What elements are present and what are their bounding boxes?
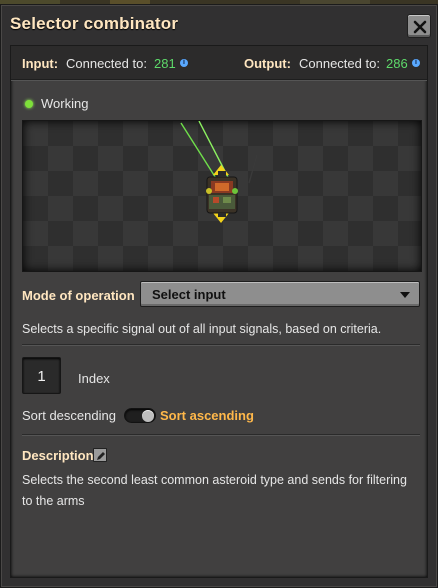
mode-of-operation-label: Mode of operation xyxy=(22,288,135,303)
edit-description-button[interactable] xyxy=(93,448,107,462)
mode-of-operation-dropdown[interactable]: Select input xyxy=(140,281,420,307)
close-button[interactable] xyxy=(407,14,431,38)
selector-combinator-sprite xyxy=(180,121,258,223)
output-label: Output: xyxy=(244,56,291,71)
selector-combinator-window: Selector combinator Input: Connected to:… xyxy=(0,4,438,588)
mode-description: Selects a specific signal out of all inp… xyxy=(22,322,382,336)
input-connected-text: Connected to: xyxy=(66,56,147,71)
sort-descending-label[interactable]: Sort descending xyxy=(22,408,116,423)
output-network-count: 286 xyxy=(386,56,408,71)
toggle-knob xyxy=(142,410,154,422)
chevron-down-icon xyxy=(400,292,410,298)
divider xyxy=(22,344,420,346)
entity-preview[interactable] xyxy=(22,120,422,272)
close-icon xyxy=(413,20,427,34)
pencil-icon xyxy=(97,452,105,460)
input-network-count: 281 xyxy=(154,56,176,71)
window-title: Selector combinator xyxy=(10,14,179,33)
input-label: Input: xyxy=(22,56,59,71)
info-icon[interactable]: i xyxy=(180,59,188,67)
index-value: 1 xyxy=(37,368,46,385)
description-title: Description xyxy=(22,448,94,463)
connection-bar: Input: Connected to: 281 i Output: Conne… xyxy=(11,46,427,80)
index-label: Index xyxy=(78,371,110,386)
sort-ascending-label[interactable]: Sort ascending xyxy=(160,408,254,423)
status-indicator-icon xyxy=(25,100,33,108)
divider xyxy=(22,434,420,436)
mode-selected-value: Select input xyxy=(152,287,226,302)
sort-order-toggle[interactable] xyxy=(124,408,156,423)
info-icon[interactable]: i xyxy=(412,59,420,67)
index-input[interactable]: 1 xyxy=(22,357,61,394)
description-text: Selects the second least common asteroid… xyxy=(22,473,407,508)
status-text: Working xyxy=(41,96,89,111)
title-bar[interactable]: Selector combinator xyxy=(1,5,437,43)
combinator-panel: Input: Connected to: 281 i Output: Conne… xyxy=(10,45,428,578)
output-connected-text: Connected to: xyxy=(299,56,380,71)
